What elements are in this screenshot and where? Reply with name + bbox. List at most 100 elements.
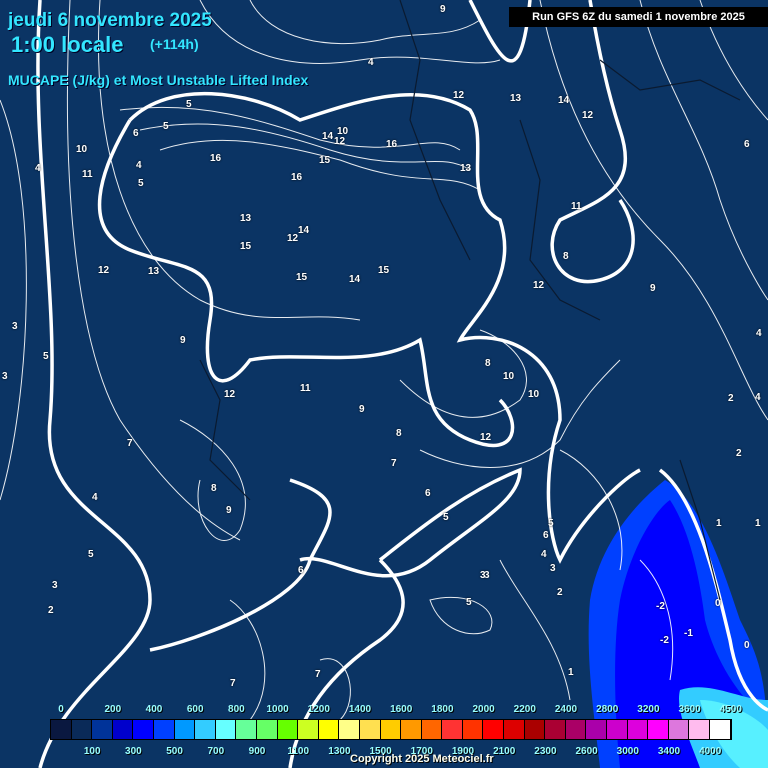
contour-label: -2 — [660, 635, 669, 646]
contour-label: 3 — [2, 371, 8, 382]
contour-label: 11 — [300, 383, 311, 394]
legend-bottom-label: 100 — [83, 746, 101, 757]
legend-swatch — [710, 720, 731, 739]
legend-top-label: 3200 — [637, 704, 660, 715]
legend-swatch — [92, 720, 113, 739]
contour-label: 2 — [48, 605, 54, 616]
contour-label: 6 — [133, 128, 139, 139]
contour-label: 11 — [82, 169, 93, 180]
contour-label: 5 — [186, 99, 192, 110]
contour-label: 12 — [334, 136, 346, 147]
legend-swatch — [483, 720, 505, 739]
contour-label: 0 — [744, 640, 750, 651]
legend-top-label: 2800 — [596, 704, 619, 715]
legend-top-label: 1000 — [266, 704, 289, 715]
legend-swatch — [112, 720, 134, 739]
contour-label: 4 — [368, 57, 374, 68]
contour-label: 4 — [35, 163, 41, 174]
contour-label: 5 — [443, 512, 449, 523]
legend-top-label: 2200 — [513, 704, 536, 715]
contour-label: 4 — [541, 549, 547, 560]
contour-label: 9 — [359, 404, 365, 415]
legend-swatch — [359, 720, 381, 739]
legend-top-label: 2400 — [554, 704, 578, 715]
contour-label: 14 — [349, 274, 361, 285]
legend-swatch — [236, 720, 257, 739]
legend-swatch — [401, 720, 422, 739]
weather-map: 9 4 5 6 5 4 5 10 11 16 12 13 14 12 6 14 10 12 16 15 16 13 11 15… — [0, 0, 768, 768]
contour-label: 15 — [240, 241, 252, 252]
legend-swatch — [71, 720, 93, 739]
legend-swatch — [504, 720, 525, 739]
parameter-title: MUCAPE (J/kg) et Most Unstable Lifted In… — [8, 72, 309, 88]
legend-bottom-label: 1300 — [328, 746, 351, 757]
contour-label: 7 — [127, 438, 133, 449]
legend-swatch — [298, 720, 319, 739]
contour-label: 9 — [226, 505, 232, 516]
contour-label: 13 — [148, 266, 160, 277]
contour-label: 8 — [211, 483, 217, 494]
contour-label: 12 — [480, 432, 492, 443]
contour-label: 9 — [180, 335, 186, 346]
legend-swatch — [174, 720, 196, 739]
contour-label: 1 — [755, 518, 761, 529]
legend-swatch — [545, 720, 566, 739]
forecast-lead-time: (+114h) — [150, 36, 199, 52]
copyright: Copyright 2025 Meteociel.fr — [350, 753, 494, 765]
contour-label: 1 — [568, 667, 574, 678]
contour-label: 3 — [550, 563, 556, 574]
contour-label: 6 — [543, 530, 549, 541]
contour-label: 4 — [136, 160, 142, 171]
legend-swatch — [256, 720, 278, 739]
contour-label: 12 — [453, 90, 465, 101]
legend-swatch — [51, 720, 72, 739]
legend-top-label: 1600 — [390, 704, 413, 715]
legend-bottom-label: 3400 — [657, 746, 681, 757]
contour-label: 7 — [230, 678, 236, 689]
contour-label: 5 — [466, 597, 472, 608]
contour-label: 15 — [319, 155, 331, 166]
contour-label: 4 — [756, 328, 762, 339]
contour-label: 5 — [163, 121, 169, 132]
contour-label: 9 — [440, 4, 446, 15]
legend-bottom-label: 3000 — [616, 746, 639, 757]
contour-label: 10 — [503, 371, 515, 382]
contour-label: 6 — [425, 488, 431, 499]
legend-bottom-label: 2300 — [534, 746, 557, 757]
legend-bottom-label: 500 — [166, 746, 183, 757]
legend-top-label: 3600 — [678, 704, 701, 715]
contour-label: 5 — [43, 351, 49, 362]
contour-label: 4 — [755, 392, 761, 403]
legend-top-label: 800 — [228, 704, 245, 715]
contour-label: 12 — [98, 265, 110, 276]
contour-label: 8 — [485, 358, 491, 369]
legend-bottom-label: 900 — [248, 746, 266, 757]
contour-label: 16 — [210, 153, 222, 164]
legend-swatch — [421, 720, 443, 739]
legend-swatch — [689, 720, 710, 739]
contour-label: 12 — [224, 389, 236, 400]
contour-label: 14 — [322, 131, 334, 142]
legend-bottom-label: 300 — [125, 746, 142, 757]
color-legend — [50, 719, 732, 740]
contour-label: 8 — [563, 251, 569, 262]
legend-swatch — [133, 720, 154, 739]
contour-label: -1 — [684, 628, 693, 639]
legend-swatch — [607, 720, 628, 739]
legend-swatch — [339, 720, 360, 739]
contour-label: 5 — [138, 178, 144, 189]
contour-label: -2 — [656, 601, 665, 612]
legend-top-label: 1200 — [307, 704, 330, 715]
legend-swatch — [524, 720, 546, 739]
contour-label: 7 — [315, 669, 321, 680]
contour-label: 5 — [548, 518, 554, 529]
contour-label: 16 — [386, 139, 398, 150]
legend-bottom-label: 2100 — [493, 746, 516, 757]
contour-label: 13 — [240, 213, 252, 224]
legend-swatch — [153, 720, 175, 739]
contour-label: 2 — [736, 448, 742, 459]
legend-swatch — [627, 720, 649, 739]
contour-label: 7 — [391, 458, 397, 469]
contour-label: 12 — [582, 110, 594, 121]
contour-label: 3 — [480, 570, 486, 581]
